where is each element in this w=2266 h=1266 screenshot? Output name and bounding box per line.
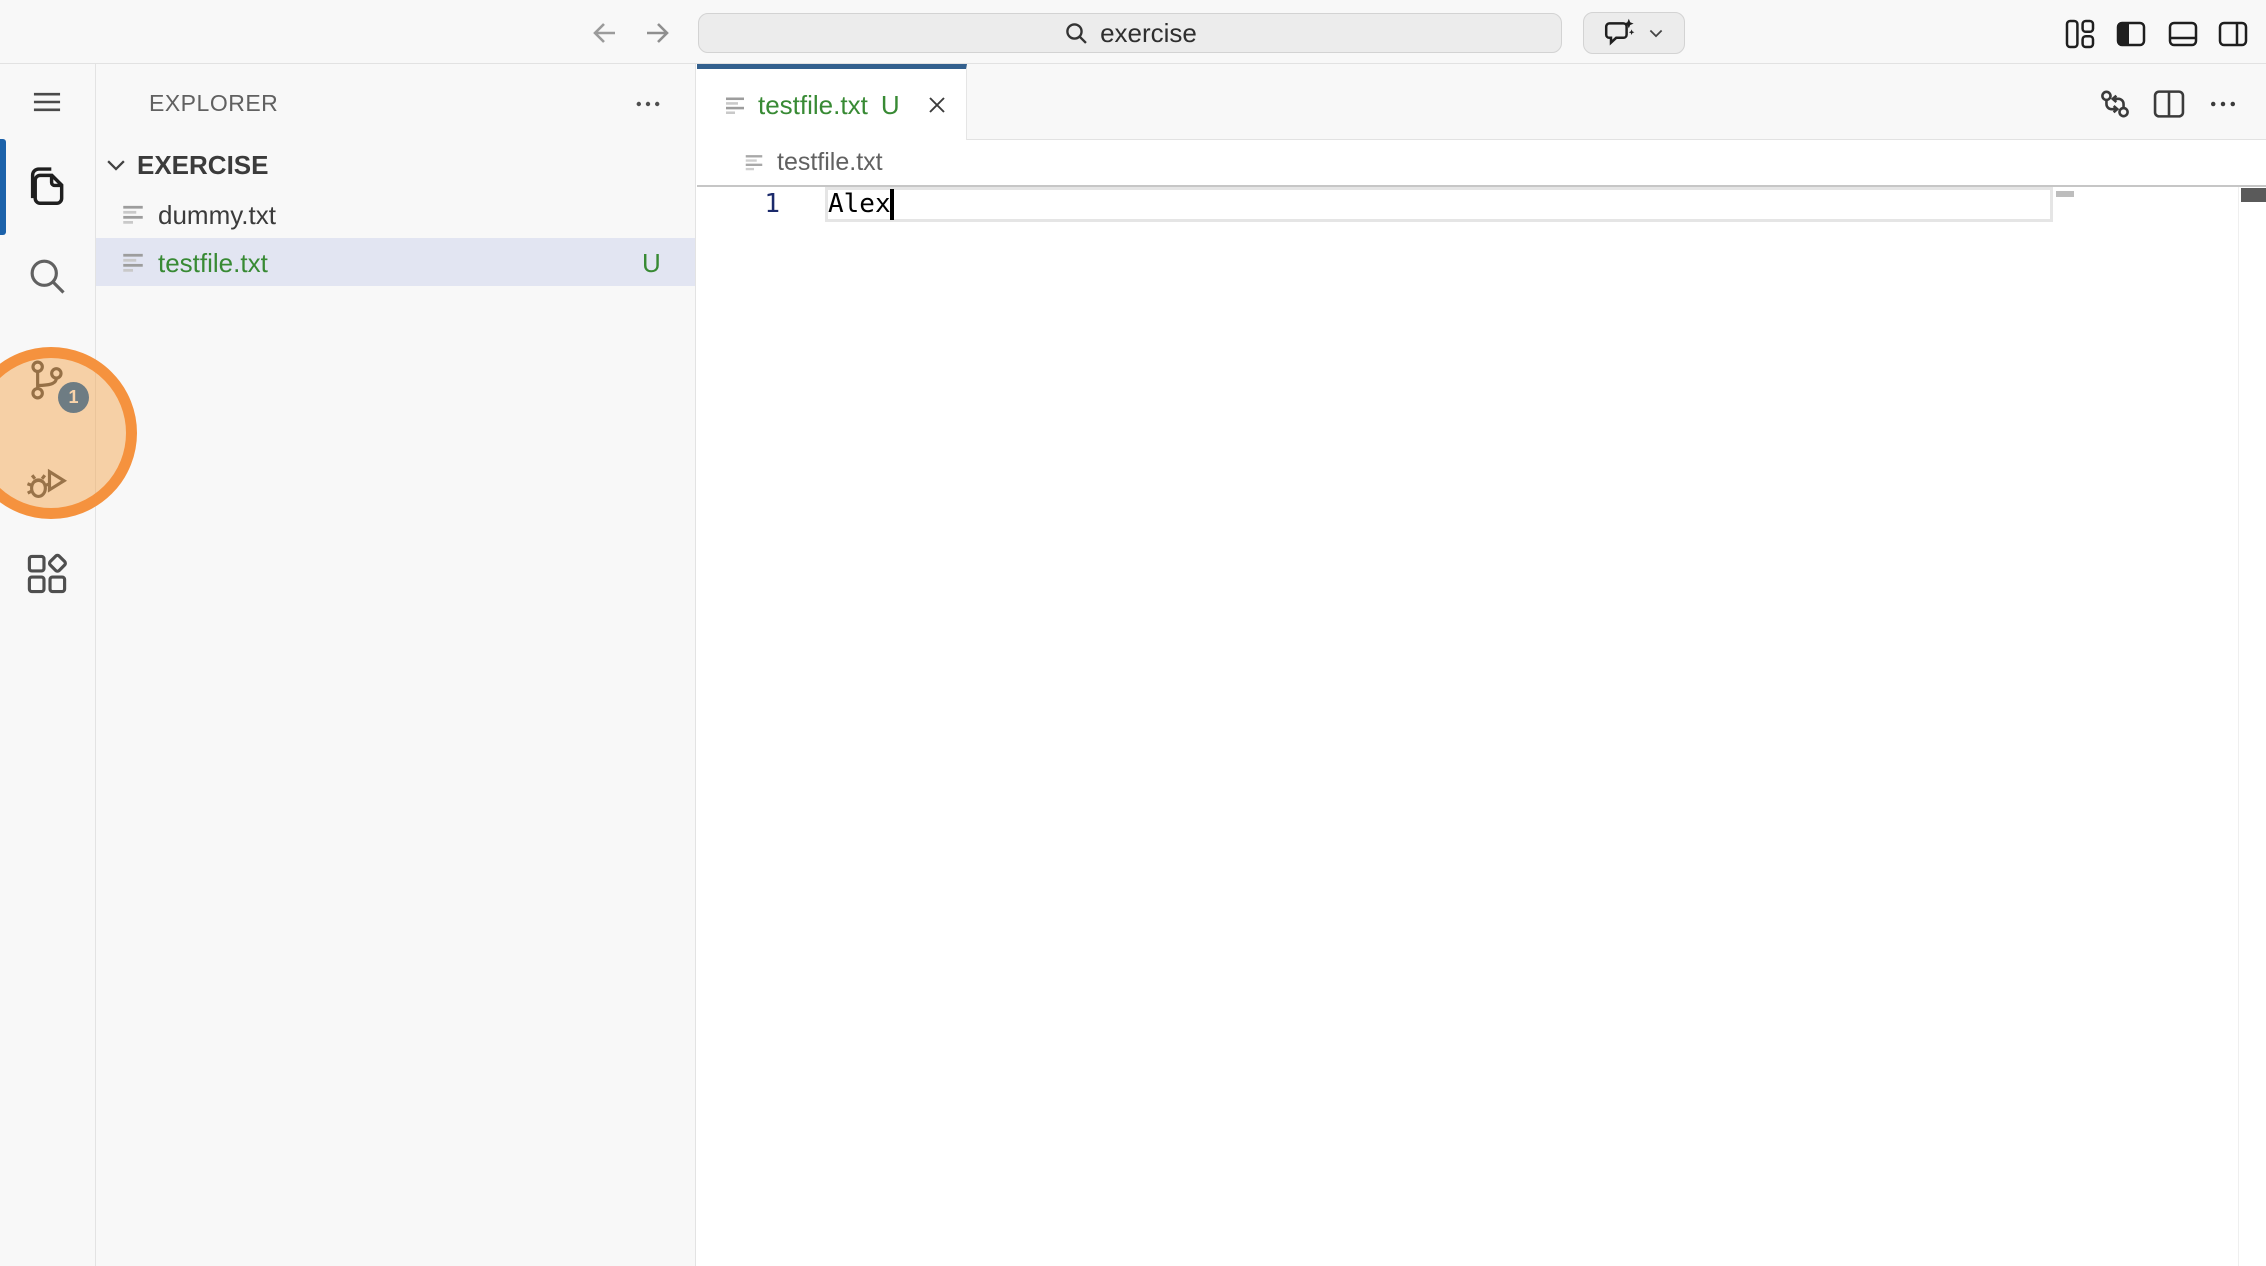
file-row-dummy[interactable]: dummy.txt [96, 190, 695, 238]
file-name: testfile.txt [158, 248, 268, 278]
overview-ruler-cursor-mark [2240, 188, 2266, 202]
tab-label: testfile.txt [758, 89, 868, 120]
extensions-icon [25, 552, 69, 596]
chevron-down-icon [1646, 23, 1666, 43]
editor-more-actions-button[interactable] [2203, 84, 2243, 124]
folder-section-exercise[interactable]: EXERCISE [96, 140, 695, 190]
command-center-search[interactable]: exercise [698, 13, 1562, 53]
command-center-query: exercise [1100, 17, 1197, 48]
overview-ruler[interactable] [2238, 187, 2266, 1266]
tab-close-button[interactable] [919, 87, 955, 123]
navigate-back-button[interactable] [586, 16, 622, 50]
ellipsis-icon [632, 88, 664, 120]
minimap-line-mark [2056, 191, 2074, 197]
arrow-left-icon [588, 17, 620, 49]
tab-git-badge: U [880, 89, 900, 120]
customize-layout-button[interactable] [2062, 16, 2098, 52]
txt-file-icon [120, 201, 146, 227]
txt-file-icon [723, 93, 747, 117]
file-name: dummy.txt [158, 200, 276, 230]
navigate-forward-button[interactable] [640, 16, 676, 50]
minimap[interactable] [2053, 187, 2238, 487]
layout-sidebar-left-icon [2115, 18, 2147, 50]
copilot-chat-icon [1603, 17, 1635, 49]
text-cursor [890, 189, 894, 220]
txt-file-icon [743, 151, 765, 173]
breadcrumb-file-label: testfile.txt [777, 148, 883, 176]
debug-icon [25, 459, 69, 503]
current-line-highlight [825, 187, 2053, 222]
hamburger-menu-icon [28, 83, 66, 121]
explorer-header: EXPLORER [96, 64, 695, 140]
explorer-more-actions-button[interactable] [626, 84, 670, 124]
toggle-panel-button[interactable] [2165, 16, 2201, 52]
search-icon [25, 254, 69, 298]
copilot-chat-button[interactable] [1583, 12, 1685, 54]
chevron-down-icon [102, 151, 130, 179]
arrow-right-icon [642, 17, 674, 49]
txt-file-icon [120, 249, 146, 275]
line-number: 1 [764, 189, 780, 219]
search-icon [1063, 20, 1090, 47]
git-status-badge: U [642, 248, 661, 278]
explorer-sidebar: EXPLORER EXERCISE dummy.txt testfile.txt… [96, 64, 696, 1266]
toggle-primary-sidebar-button[interactable] [2113, 16, 2149, 52]
layout-panel-icon [2167, 18, 2199, 50]
code-line-text: Alex [828, 189, 891, 219]
files-icon [24, 163, 70, 209]
compare-changes-icon [2097, 86, 2133, 122]
tab-testfile[interactable]: testfile.txt U [697, 64, 967, 141]
file-row-testfile[interactable]: testfile.txt U [96, 238, 695, 286]
close-icon [923, 91, 951, 119]
layout-sidebar-right-icon [2217, 18, 2249, 50]
menu-button[interactable] [0, 66, 94, 138]
folder-section-label: EXERCISE [137, 150, 269, 180]
toggle-secondary-sidebar-button[interactable] [2215, 16, 2251, 52]
layout-customize-icon [2064, 18, 2096, 50]
editor-group: testfile.txt U testfile.txt 1 Alex [697, 64, 2266, 1266]
activity-bar: 1 [0, 64, 137, 1266]
activity-item-extensions[interactable] [0, 538, 94, 610]
split-editor-icon [2151, 86, 2187, 122]
activity-item-explorer[interactable] [0, 150, 94, 222]
activity-item-run-debug[interactable] [0, 445, 94, 517]
ellipsis-icon [2206, 87, 2240, 121]
activity-item-search[interactable] [0, 240, 94, 312]
vscode-window: exercise 1 EXPLORER EXERCISE dummy.txt t… [0, 0, 2266, 1266]
open-changes-button[interactable] [2095, 84, 2135, 124]
title-bar: exercise [0, 0, 2266, 64]
tab-bar: testfile.txt U [697, 64, 2266, 141]
split-editor-button[interactable] [2149, 84, 2189, 124]
editor-content[interactable]: 1 Alex [697, 187, 2266, 1266]
source-control-badge: 1 [58, 382, 89, 413]
explorer-title: EXPLORER [149, 90, 279, 116]
breadcrumb[interactable]: testfile.txt [697, 140, 2266, 185]
